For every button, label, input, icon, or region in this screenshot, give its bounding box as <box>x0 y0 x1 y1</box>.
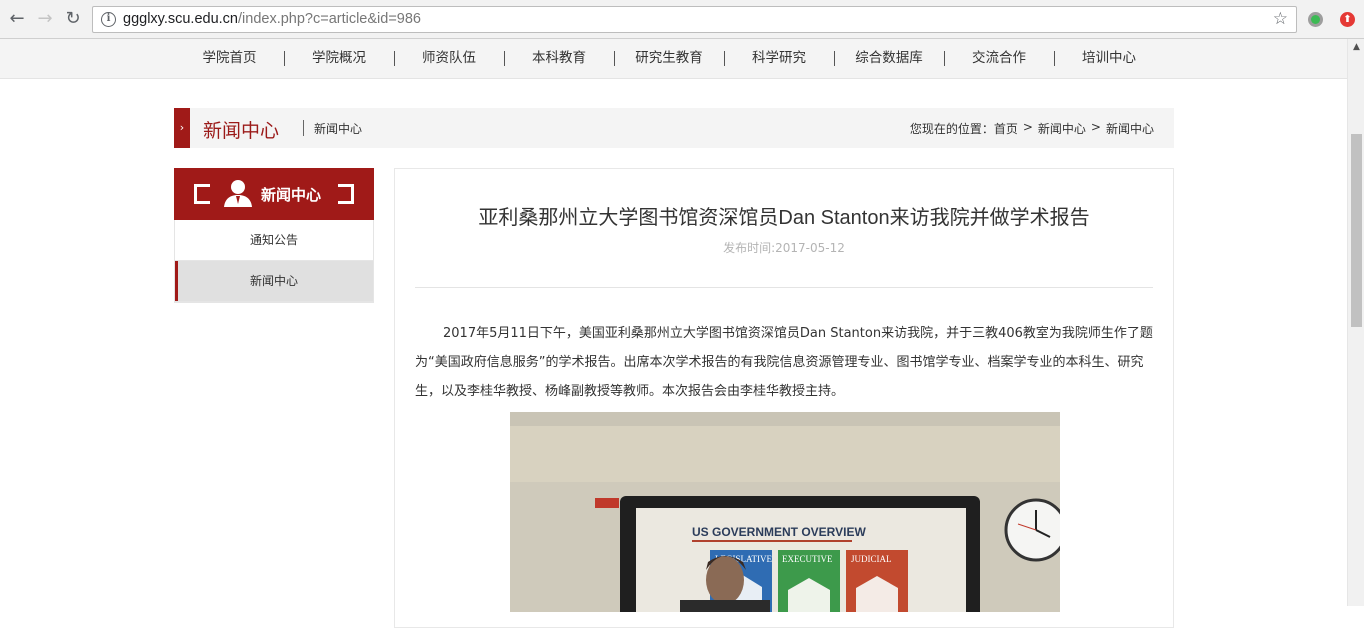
chevron-right-icon: › <box>174 108 190 148</box>
site-navigation: 学院首页 学院概况 师资队伍 本科教育 研究生教育 科学研究 综合数据库 交流合… <box>0 39 1347 79</box>
article-title: 亚利桑那州立大学图书馆资深馆员Dan Stanton来访我院并做学术报告 <box>478 207 1090 229</box>
scroll-thumb[interactable] <box>1351 134 1362 327</box>
info-icon[interactable]: i <box>101 12 116 27</box>
nav-item-training[interactable]: 培训中心 <box>1054 39 1164 79</box>
channel-title: 新闻中心 <box>203 120 280 142</box>
slide-panel-executive: EXECUTIVE <box>782 554 833 564</box>
breadcrumb-news[interactable]: 新闻中心 <box>1038 120 1086 137</box>
page-scrollbar[interactable]: ▲ <box>1347 39 1364 606</box>
scroll-up-icon[interactable]: ▲ <box>1348 41 1364 53</box>
breadcrumb-home[interactable]: 首页 <box>994 122 1018 136</box>
address-bar[interactable]: i ggglxy.scu.edu.cn/index.php?c=article&… <box>92 6 1297 33</box>
divider <box>303 120 304 136</box>
nav-item-faculty[interactable]: 师资队伍 <box>394 39 504 79</box>
divider <box>415 287 1153 288</box>
extension-green-icon[interactable] <box>1308 12 1323 27</box>
browser-toolbar: ← → ↻ i ggglxy.scu.edu.cn/index.php?c=ar… <box>0 0 1364 39</box>
slide-panel-judicial: JUDICIAL <box>851 554 892 564</box>
breadcrumb-current[interactable]: 新闻中心 <box>1106 120 1154 137</box>
breadcrumb-separator: > <box>1090 120 1101 134</box>
nav-item-home[interactable]: 学院首页 <box>175 39 284 79</box>
article-date: 发布时间:2017-05-12 <box>723 241 845 255</box>
sidebar-item-notices[interactable]: 通知公告 <box>175 220 373 261</box>
sidebar-menu: 通知公告 新闻中心 <box>174 220 374 303</box>
bracket-right-icon <box>338 184 354 204</box>
nav-item-research[interactable]: 科学研究 <box>724 39 834 79</box>
slide-title: US GOVERNMENT OVERVIEW <box>692 525 866 539</box>
channel-header: › 新闻中心 新闻中心 您现在的位置：首页 > 新闻中心 > 新闻中心 <box>174 108 1174 148</box>
sidebar-item-news[interactable]: 新闻中心 <box>175 261 373 302</box>
nav-item-graduate[interactable]: 研究生教育 <box>614 39 724 79</box>
breadcrumb-prefix: 您现在的位置： <box>909 122 994 136</box>
nav-item-exchange[interactable]: 交流合作 <box>944 39 1054 79</box>
back-arrow-icon[interactable]: ← <box>7 9 27 29</box>
channel-subtitle: 新闻中心 <box>314 122 363 136</box>
forward-arrow-icon[interactable]: → <box>35 9 55 29</box>
nav-item-undergrad[interactable]: 本科教育 <box>504 39 614 79</box>
breadcrumb: 您现在的位置：首页 > 新闻中心 > 新闻中心 <box>910 120 1154 137</box>
reload-icon[interactable]: ↻ <box>63 9 83 29</box>
nav-item-about[interactable]: 学院概况 <box>284 39 394 79</box>
breadcrumb-separator: > <box>1022 120 1033 134</box>
article-photo: US GOVERNMENT OVERVIEW LEGISLATIVE EXECU… <box>510 412 1060 612</box>
article-body: 2017年5月11日下午，美国亚利桑那州立大学图书馆资深馆员Dan Stanto… <box>415 326 1153 399</box>
nav-item-database[interactable]: 综合数据库 <box>834 39 944 79</box>
extension-red-icon[interactable]: ⬆ <box>1340 12 1355 27</box>
bookmark-star-icon[interactable]: ☆ <box>1273 9 1288 29</box>
article-panel: 亚利桑那州立大学图书馆资深馆员Dan Stanton来访我院并做学术报告 发布时… <box>394 168 1174 628</box>
bracket-left-icon <box>194 184 210 204</box>
sidebar-header: 新闻中心 <box>174 168 374 220</box>
url-text[interactable]: ggglxy.scu.edu.cn/index.php?c=article&id… <box>123 11 421 27</box>
sidebar-title: 新闻中心 <box>261 186 322 204</box>
user-icon <box>224 180 252 207</box>
